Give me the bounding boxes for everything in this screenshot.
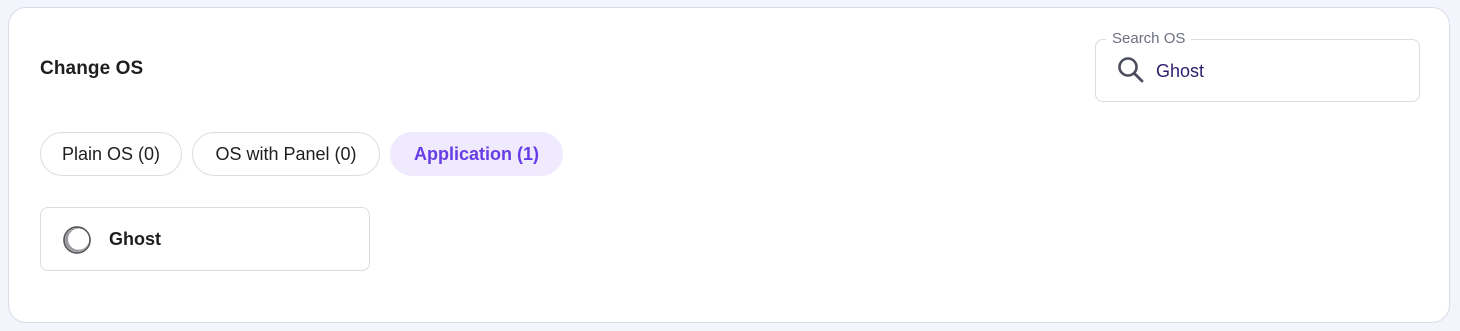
change-os-panel: Change OS Search OS Plain OS (0) OS with… — [8, 7, 1450, 323]
tab-plain-os[interactable]: Plain OS (0) — [40, 132, 182, 176]
os-option-ghost[interactable]: Ghost — [40, 207, 370, 271]
ghost-logo-icon — [62, 225, 92, 255]
search-os-label: Search OS — [1106, 30, 1192, 48]
tab-application[interactable]: Application (1) — [390, 132, 563, 176]
search-icon — [1116, 55, 1146, 85]
os-option-label: Ghost — [109, 229, 161, 249]
panel-title: Change OS — [40, 58, 144, 79]
search-os-input[interactable] — [1156, 58, 1396, 84]
tab-os-with-panel[interactable]: OS with Panel (0) — [192, 132, 380, 176]
search-os-field[interactable]: Search OS — [1095, 30, 1420, 102]
